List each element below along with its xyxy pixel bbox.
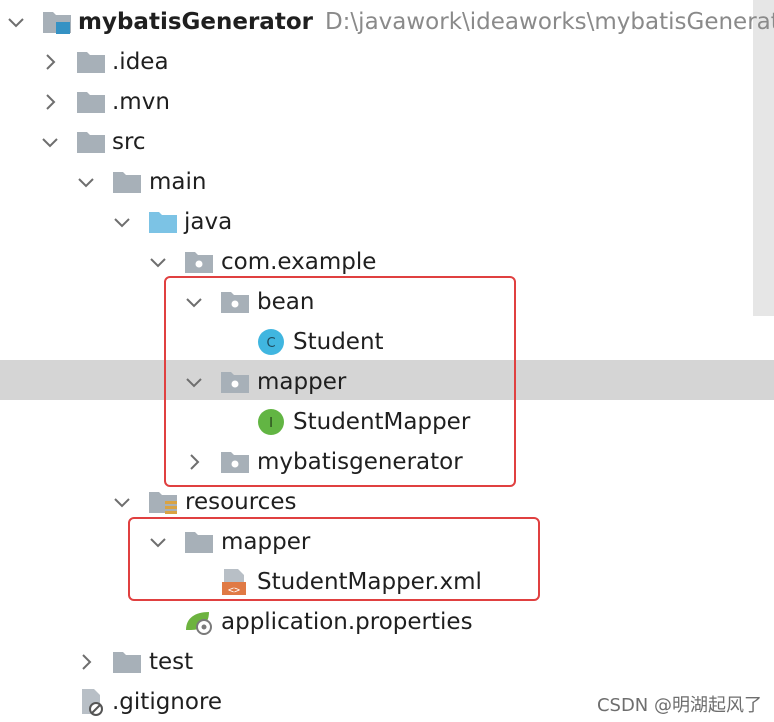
folder-icon (76, 128, 106, 156)
chevron-right-icon[interactable] (74, 642, 98, 682)
tree-row-src[interactable]: src (0, 122, 774, 162)
package-icon (184, 248, 214, 276)
chevron-right-icon[interactable] (38, 82, 62, 122)
chevron-right-icon[interactable] (38, 42, 62, 82)
tree-item-label: main (149, 169, 207, 195)
chevron-down-icon[interactable] (38, 122, 62, 162)
tree-item-label: application.properties (221, 609, 473, 635)
tree-item-label: test (149, 649, 194, 675)
ignored-file-icon (78, 688, 108, 716)
spring-properties-icon (183, 608, 213, 636)
project-name: mybatisGenerator (78, 9, 313, 35)
module-folder-icon (42, 8, 72, 36)
project-path: D:\javawork\ideaworks\mybatisGenerato (324, 9, 774, 35)
csdn-watermark: CSDN @明湖起风了 (596, 695, 762, 716)
source-folder-icon (148, 208, 178, 236)
tree-item-label: resources (185, 489, 297, 515)
annotation-box-java-packages (164, 276, 516, 487)
folder-icon (76, 48, 106, 76)
chevron-down-icon[interactable] (110, 202, 134, 242)
tree-row-test[interactable]: test (0, 642, 774, 682)
tree-item-label: .idea (112, 49, 169, 75)
tree-item-label: .gitignore (112, 689, 223, 715)
tree-item-label: src (112, 129, 146, 155)
tree-row-mvn[interactable]: .mvn (0, 82, 774, 122)
folder-icon (112, 648, 142, 676)
folder-icon (112, 168, 142, 196)
tree-row-application-properties[interactable]: application.properties (0, 602, 774, 642)
folder-icon (76, 88, 106, 116)
annotation-box-resources-mapper (128, 517, 540, 601)
tree-row-java[interactable]: java (0, 202, 774, 242)
tree-item-label: .mvn (112, 89, 170, 115)
chevron-down-icon[interactable] (74, 162, 98, 202)
chevron-down-icon[interactable] (110, 482, 134, 522)
tree-item-label: java (184, 209, 233, 235)
tree-row-idea[interactable]: .idea (0, 42, 774, 82)
chevron-down-icon[interactable] (4, 2, 28, 42)
tree-row-resources[interactable]: resources (0, 482, 774, 522)
tree-row-main[interactable]: main (0, 162, 774, 202)
tree-row-project-root[interactable]: mybatisGenerator D:\javawork\ideaworks\my… (0, 2, 774, 42)
resources-folder-icon (148, 488, 178, 516)
